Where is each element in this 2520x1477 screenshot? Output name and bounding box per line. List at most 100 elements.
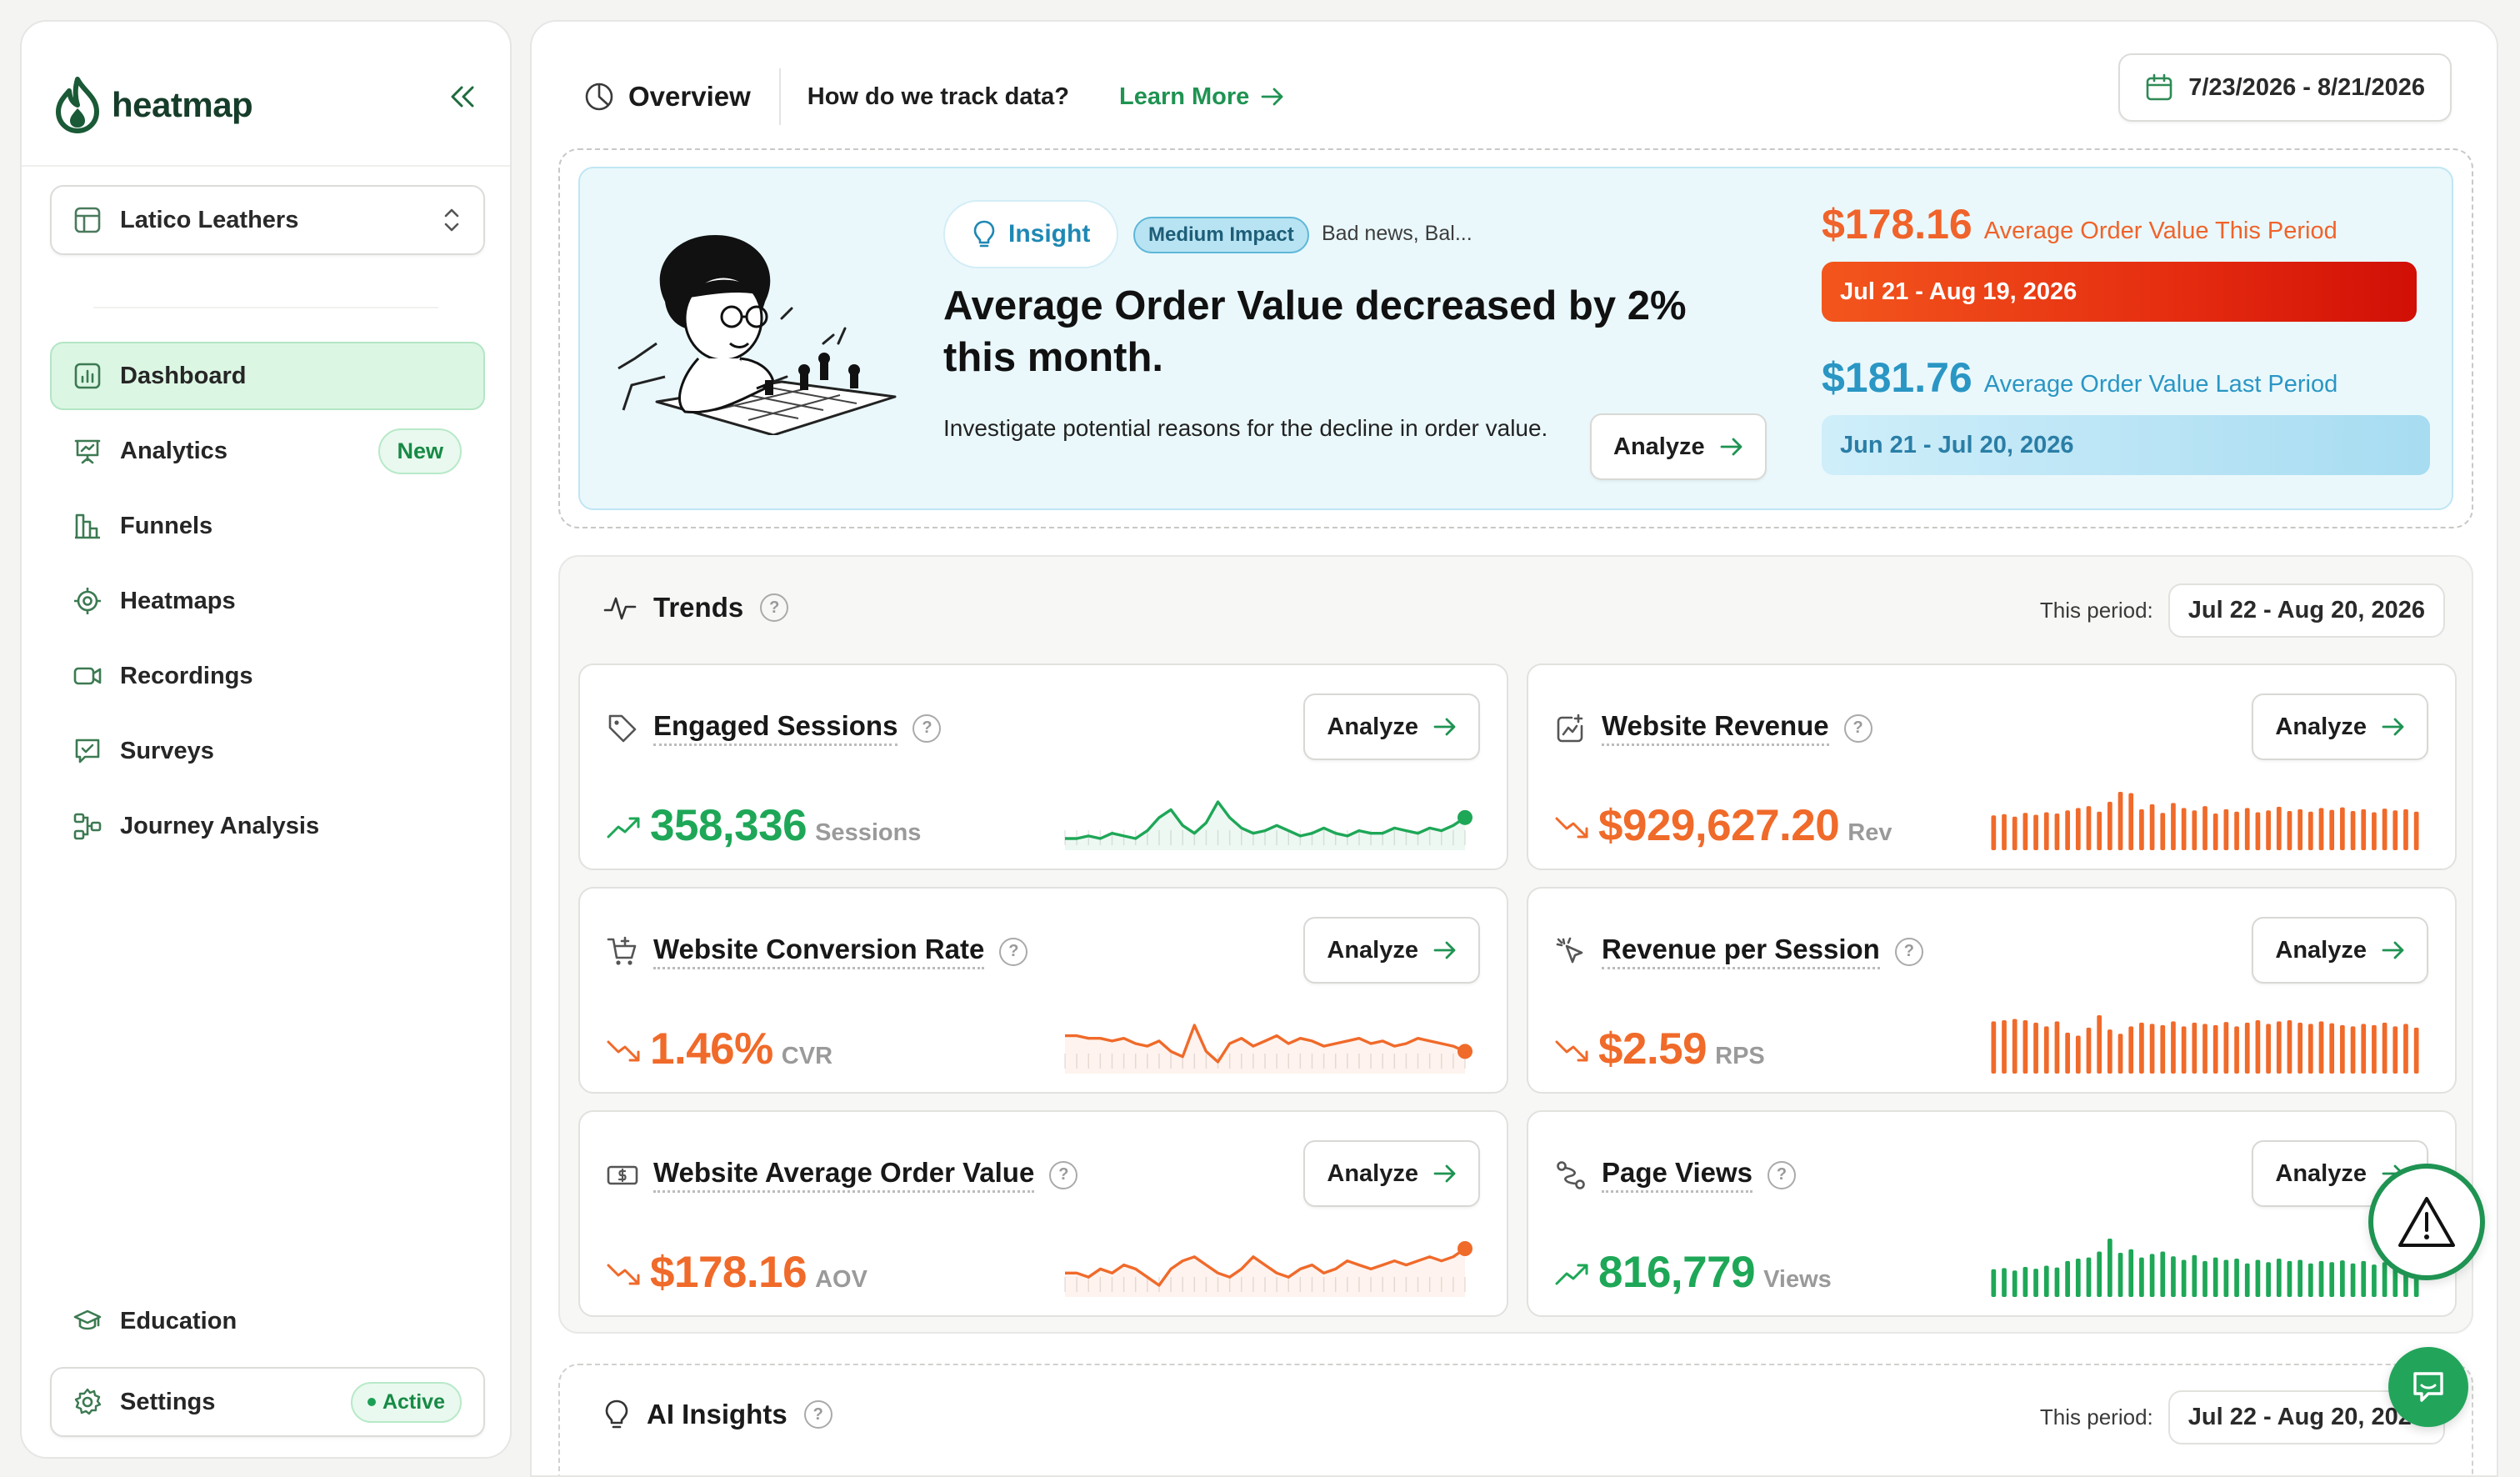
sidebar-item-recordings[interactable]: Recordings bbox=[50, 642, 485, 710]
trend-down-icon bbox=[607, 1039, 642, 1064]
collapse-sidebar-icon[interactable] bbox=[448, 85, 477, 108]
sidebar-item-label: Heatmaps bbox=[120, 587, 236, 614]
date-range-label: 7/23/2026 - 8/21/2026 bbox=[2188, 73, 2425, 101]
metric-title: Page Views bbox=[1602, 1157, 1753, 1193]
trend-up-icon bbox=[607, 815, 642, 840]
trend-down-icon bbox=[1555, 1039, 1590, 1064]
trends-title: Trends bbox=[653, 592, 744, 623]
layout-icon bbox=[73, 206, 102, 234]
help-icon[interactable]: ? bbox=[912, 713, 942, 743]
metric-value: 1.46% CVR bbox=[607, 1024, 832, 1074]
sidebar-nav: Dashboard Analytics New Funnels Heatmaps bbox=[50, 342, 485, 867]
sidebar-item-label: Funnels bbox=[120, 512, 213, 539]
video-camera-icon bbox=[73, 662, 102, 690]
spark-bar bbox=[2350, 811, 2356, 850]
sidebar-divider bbox=[22, 165, 510, 167]
help-icon[interactable]: ? bbox=[760, 593, 789, 622]
metric-card-website-revenue: Website Revenue ? Analyze $929,627.20 Re… bbox=[1527, 663, 2457, 870]
new-badge: New bbox=[378, 428, 462, 474]
spark-bar bbox=[2002, 1019, 2007, 1074]
metric-title: Website Revenue bbox=[1602, 710, 1829, 746]
sidebar-item-journey-analysis[interactable]: Journey Analysis bbox=[50, 792, 485, 860]
spark-bar bbox=[2276, 1021, 2282, 1074]
metric-unit: Views bbox=[1763, 1266, 1832, 1293]
spark-bar bbox=[2255, 812, 2261, 850]
help-icon[interactable]: ? bbox=[1768, 1160, 1797, 1189]
metric-value: $929,627.20 Rev bbox=[1555, 800, 1892, 851]
spark-bar bbox=[2086, 1257, 2092, 1297]
status-text: Active bbox=[382, 1389, 445, 1414]
spark-bar bbox=[2033, 814, 2038, 850]
insight-analyze-button[interactable]: Analyze bbox=[1590, 413, 1767, 480]
spark-bar bbox=[2266, 1262, 2271, 1297]
route-icon bbox=[1555, 1159, 1587, 1191]
aov-current-value: $178.16 bbox=[1822, 201, 1972, 248]
spark-bar bbox=[2255, 1019, 2261, 1074]
sidebar-item-dashboard[interactable]: Dashboard bbox=[50, 342, 485, 410]
analyze-button[interactable]: Analyze bbox=[2252, 917, 2428, 984]
metric-number: $929,627.20 bbox=[1598, 801, 1840, 850]
metric-value: 358,336 Sessions bbox=[607, 800, 921, 851]
overview-tab[interactable]: Overview bbox=[583, 68, 781, 125]
spark-bar bbox=[2171, 1256, 2176, 1297]
spark-bar bbox=[1991, 1269, 1997, 1297]
help-icon[interactable]: ? bbox=[803, 1400, 832, 1429]
help-icon[interactable]: ? bbox=[1843, 713, 1872, 743]
spark-bar bbox=[2065, 1032, 2070, 1074]
spark-bar bbox=[2108, 1029, 2112, 1074]
sparkline-chart bbox=[1064, 1024, 1472, 1074]
spark-bar bbox=[2043, 1026, 2049, 1074]
spark-bar bbox=[2171, 803, 2176, 850]
tag-icon bbox=[607, 713, 638, 744]
spark-bar bbox=[2097, 1251, 2102, 1297]
spark-bar bbox=[2234, 811, 2239, 850]
spark-last-point bbox=[1458, 1044, 1472, 1059]
spark-bar bbox=[2413, 1027, 2419, 1074]
spark-bar bbox=[2403, 809, 2408, 850]
sparkline-chart bbox=[1991, 1015, 2419, 1074]
arrow-right-icon bbox=[1433, 717, 1457, 737]
sidebar-item-settings[interactable]: Settings Active bbox=[50, 1367, 485, 1437]
sidebar-item-analytics[interactable]: Analytics New bbox=[50, 417, 485, 485]
site-selector[interactable]: Latico Leathers bbox=[50, 185, 485, 255]
sidebar-item-label: Surveys bbox=[120, 737, 214, 764]
spark-bar bbox=[2255, 1259, 2261, 1297]
spark-bar bbox=[2181, 808, 2187, 850]
spark-bar bbox=[2075, 1259, 2081, 1297]
sparkline-chart bbox=[1991, 1239, 2419, 1297]
spark-bar bbox=[2318, 1021, 2324, 1074]
chat-button[interactable] bbox=[2388, 1347, 2468, 1427]
brand[interactable]: heatmap bbox=[53, 53, 253, 157]
help-icon[interactable]: ? bbox=[1049, 1160, 1078, 1189]
spark-bar bbox=[1991, 815, 1997, 850]
analyze-button[interactable]: Analyze bbox=[1303, 693, 1480, 760]
spark-bar bbox=[2244, 808, 2250, 850]
metric-number: $2.59 bbox=[1598, 1024, 1708, 1074]
analyze-button[interactable]: Analyze bbox=[2252, 693, 2428, 760]
spark-bar bbox=[2340, 1260, 2345, 1297]
alert-button[interactable] bbox=[2368, 1164, 2485, 1280]
sidebar-item-surveys[interactable]: Surveys bbox=[50, 717, 485, 785]
sidebar-item-education[interactable]: Education bbox=[50, 1287, 485, 1355]
spark-bar bbox=[2097, 811, 2102, 850]
analyze-button[interactable]: Analyze bbox=[1303, 1140, 1480, 1207]
sidebar-separator bbox=[93, 307, 438, 308]
spark-last-point bbox=[1458, 809, 1472, 825]
insight-description: Investigate potential reasons for the de… bbox=[943, 415, 1548, 441]
analyze-button[interactable]: Analyze bbox=[1303, 917, 1480, 984]
help-icon[interactable]: ? bbox=[1894, 937, 1923, 966]
status-badge: Active bbox=[350, 1381, 462, 1423]
spark-bar bbox=[2128, 1249, 2134, 1297]
learn-more-link[interactable]: Learn More bbox=[1119, 83, 1284, 111]
spark-bar bbox=[2033, 1022, 2038, 1074]
metric-title: Revenue per Session bbox=[1602, 934, 1880, 969]
arrow-right-icon bbox=[1433, 940, 1457, 960]
date-range-picker[interactable]: 7/23/2026 - 8/21/2026 bbox=[2118, 53, 2452, 122]
sidebar-item-heatmaps[interactable]: Heatmaps bbox=[50, 567, 485, 635]
spark-bar bbox=[2298, 1022, 2302, 1074]
spark-bar bbox=[2382, 1262, 2388, 1297]
help-icon[interactable]: ? bbox=[999, 937, 1028, 966]
sidebar-item-funnels[interactable]: Funnels bbox=[50, 492, 485, 560]
spark-bar bbox=[2149, 1024, 2155, 1074]
metric-unit: CVR bbox=[781, 1043, 833, 1069]
